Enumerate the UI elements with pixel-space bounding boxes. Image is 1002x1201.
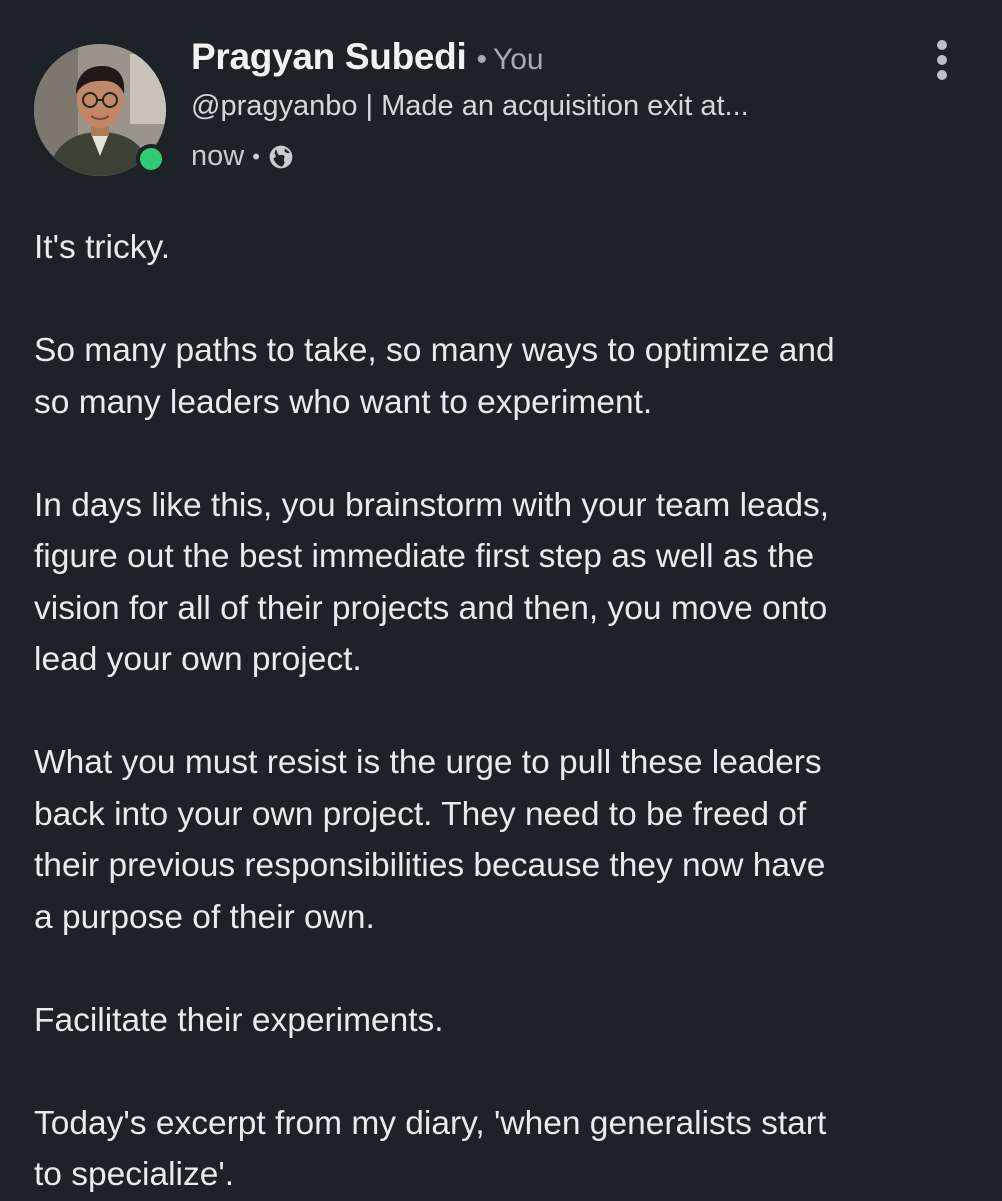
post-paragraph: It's tricky. <box>34 229 171 266</box>
post-meta: now • <box>191 140 294 173</box>
name-separator: • <box>476 43 487 76</box>
more-vertical-icon-dot <box>937 40 947 50</box>
post-paragraph: Facilitate their experiments. <box>34 1001 444 1039</box>
post-body: It's tricky. So many paths to take, so m… <box>34 222 974 1201</box>
globe-icon <box>269 145 293 168</box>
post-time: now <box>191 140 245 172</box>
author-avatar[interactable] <box>34 44 166 176</box>
author-headline: @pragyanbo | Made an acquisition exit at… <box>191 90 749 122</box>
more-vertical-icon-dot <box>937 55 947 65</box>
online-status-indicator <box>136 144 166 174</box>
author-name[interactable]: Pragyan Subedi <box>191 36 467 78</box>
more-vertical-icon-dot <box>937 70 947 80</box>
author-line: Pragyan Subedi • You <box>191 36 544 82</box>
meta-separator: • <box>252 143 260 169</box>
author-relation: You <box>492 43 544 76</box>
post-paragraph: Today's excerpt from my diary, 'when gen… <box>34 1104 827 1194</box>
more-options-button[interactable] <box>928 36 956 84</box>
post-paragraph: In days like this, you brainstorm with y… <box>34 486 830 679</box>
post-paragraph: What you must resist is the urge to pull… <box>34 744 826 936</box>
post-paragraph: So many paths to take, so many ways to o… <box>34 332 835 421</box>
post-header: Pragyan Subedi • You @pragyanbo | Made a… <box>0 0 1002 200</box>
